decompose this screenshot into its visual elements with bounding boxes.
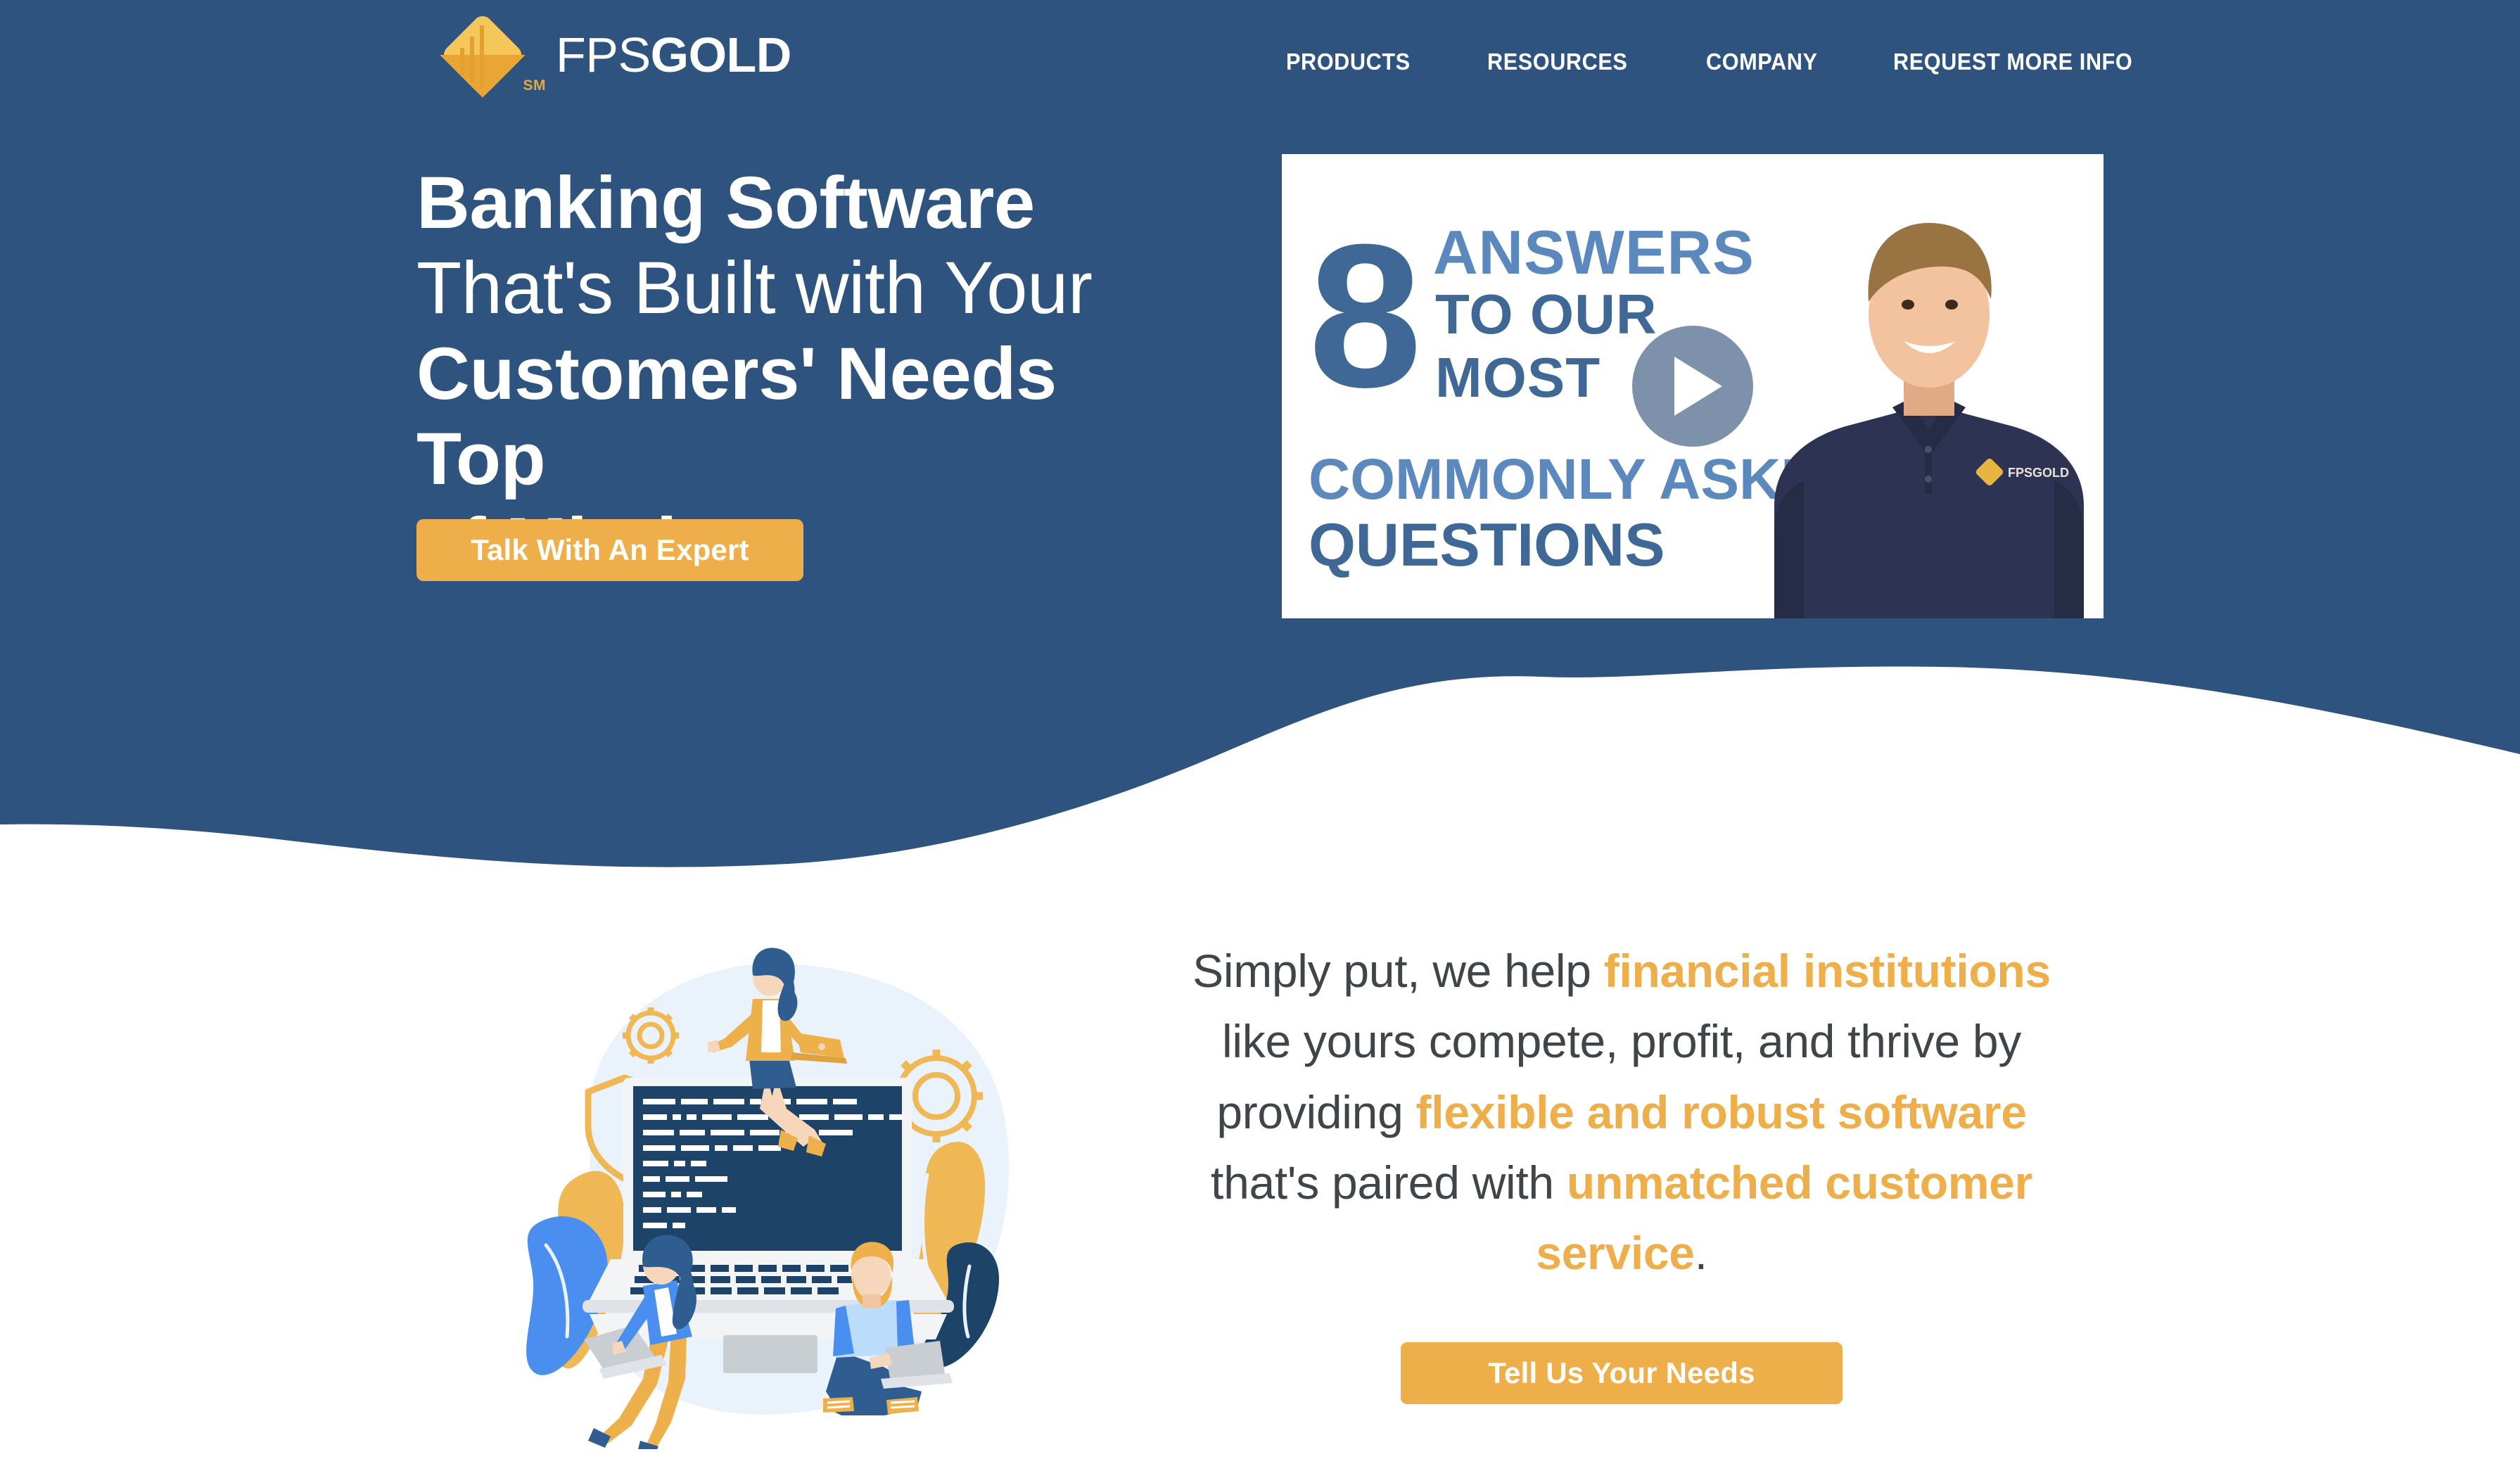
svg-text:MOST: MOST <box>1435 346 1601 409</box>
intro-text-3: that's paired with <box>1211 1156 1567 1209</box>
play-triangle <box>1674 357 1722 416</box>
tell-us-your-needs-button[interactable]: Tell Us Your Needs <box>1401 1342 1843 1404</box>
nav-item-resources[interactable]: RESOURCES <box>1487 39 1627 85</box>
headline-line-3: Customers' Needs Top <box>416 332 1057 500</box>
svg-text:FPSGOLD: FPSGOLD <box>2008 466 2069 480</box>
talk-with-an-expert-button[interactable]: Talk With An Expert <box>416 519 803 581</box>
intro-section: Simply put, we help financial institutio… <box>0 865 2520 1459</box>
intro-paragraph: Simply put, we help financial institutio… <box>1168 936 2075 1289</box>
intro-text-4: . <box>1694 1227 1707 1280</box>
svg-text:8: 8 <box>1309 202 1422 430</box>
headline-line-1: Banking Software <box>416 162 1035 244</box>
hero-video-thumbnail[interactable]: 8 ANSWERS TO OUR MOST COMMONLY ASKED QUE… <box>1282 154 2104 618</box>
team-coding-illustration <box>505 915 1040 1449</box>
headline-line-2: That's Built with Your <box>416 247 1093 330</box>
main-navigation: PRODUCTS RESOURCES COMPANY REQUEST MORE … <box>1286 0 2520 123</box>
nav-item-request-more-info[interactable]: REQUEST MORE INFO <box>1893 39 2132 85</box>
landing-page: SM FPSGOLD PRODUCTS RESOURCES COMPANY RE… <box>0 0 2520 1459</box>
site-header: SM FPSGOLD PRODUCTS RESOURCES COMPANY RE… <box>0 0 2520 123</box>
intro-highlight-financial-institutions: financial institutions <box>1603 945 2051 997</box>
hero-section: SM FPSGOLD PRODUCTS RESOURCES COMPANY RE… <box>0 0 2520 703</box>
brand-name-fps: FPS <box>556 27 651 82</box>
fpsgold-diamond-icon: SM <box>436 10 546 100</box>
intro-highlight-flexible-robust-software: flexible and robust software <box>1415 1085 2027 1138</box>
service-mark-label: SM <box>523 77 546 94</box>
svg-text:TO OUR: TO OUR <box>1435 283 1657 345</box>
hero-copy: Banking Software That's Built with Your … <box>416 160 1204 587</box>
play-icon[interactable] <box>1632 326 1753 447</box>
brand-wordmark: FPSGOLD <box>556 30 791 79</box>
intro-text-1: Simply put, we help <box>1192 945 1604 997</box>
brand-logo[interactable]: SM FPSGOLD <box>436 11 791 98</box>
intro-copy: Simply put, we help financial institutio… <box>1168 936 2075 1404</box>
svg-text:ANSWERS: ANSWERS <box>1433 217 1755 287</box>
nav-item-company[interactable]: COMPANY <box>1706 39 1818 85</box>
brand-name-gold: GOLD <box>650 27 792 82</box>
intro-highlight-customer-service: unmatched customer service <box>1536 1156 2032 1280</box>
svg-text:QUESTIONS: QUESTIONS <box>1309 511 1665 579</box>
nav-item-products[interactable]: PRODUCTS <box>1286 39 1411 85</box>
